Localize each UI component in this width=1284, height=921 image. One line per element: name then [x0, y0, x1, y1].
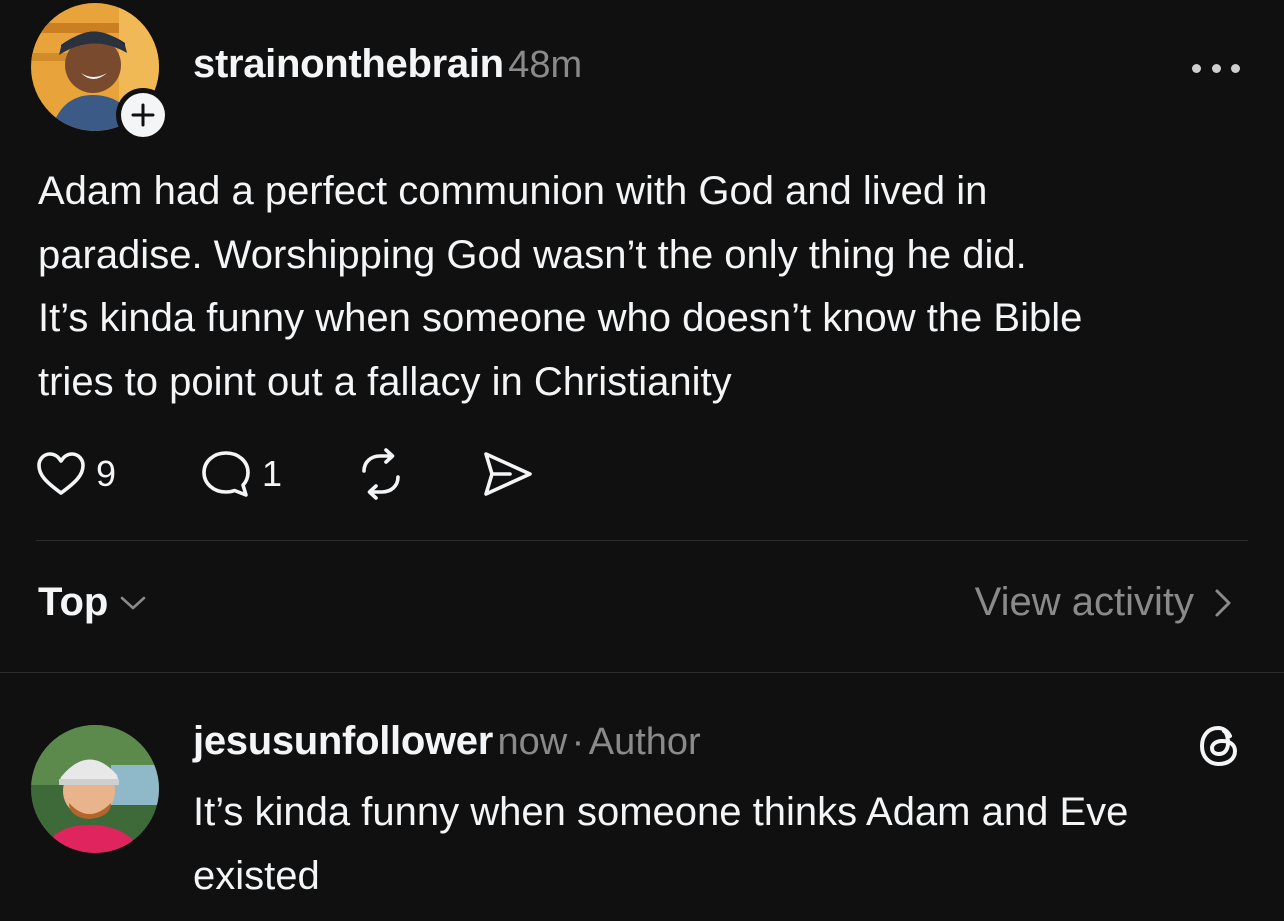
reply-author-username[interactable]: jesusunfollower [193, 719, 493, 763]
reply-author-avatar[interactable] [31, 725, 159, 853]
comment-icon [202, 451, 250, 497]
more-horizontal-icon [1192, 63, 1201, 73]
sort-label: Top [38, 580, 109, 624]
view-activity-label: View activity [974, 580, 1194, 624]
more-options-button[interactable] [1192, 60, 1240, 76]
plus-icon [131, 103, 155, 127]
like-button[interactable]: 9 [36, 444, 116, 504]
sort-dropdown[interactable]: Top [38, 580, 148, 625]
reply-text: It’s kinda funny when someone thinks Ada… [193, 790, 1129, 898]
follow-button[interactable] [116, 88, 170, 142]
comment-count: 1 [262, 453, 283, 494]
author-badge: Author [588, 721, 701, 763]
send-icon [484, 452, 532, 496]
repost-button[interactable] [354, 444, 408, 504]
replies-sort-bar: Top View activity [38, 580, 1238, 636]
post-divider [36, 540, 1248, 541]
threads-logo-icon[interactable] [1196, 722, 1244, 775]
repost-icon [362, 448, 400, 500]
like-count: 9 [96, 453, 117, 494]
meta-separator: · [571, 721, 585, 763]
chevron-down-icon [121, 596, 146, 609]
chevron-right-icon [1215, 589, 1231, 616]
post-author-username[interactable]: strainonthebrain [193, 42, 504, 86]
post-text: Adam had a perfect communion with God an… [38, 169, 1083, 404]
post-timestamp: 48m [508, 44, 583, 86]
heart-icon [37, 452, 85, 495]
view-activity-link[interactable]: View activity [975, 580, 1238, 625]
share-button[interactable] [480, 444, 536, 504]
section-divider [0, 672, 1284, 673]
comment-button[interactable]: 1 [200, 444, 282, 504]
reply-timestamp: now [497, 721, 568, 763]
